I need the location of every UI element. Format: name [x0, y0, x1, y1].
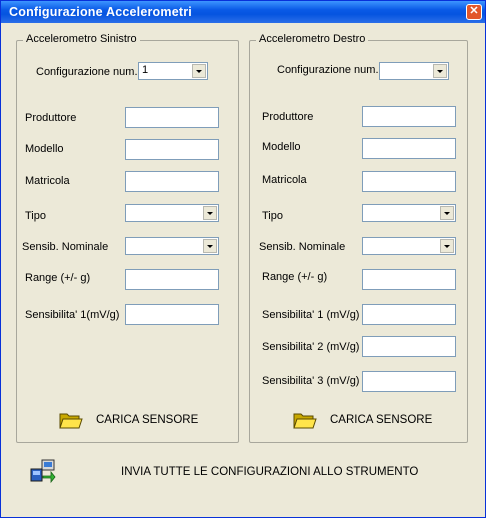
- close-button[interactable]: ✕: [466, 4, 482, 20]
- left-produttore-label: Produttore: [25, 112, 77, 124]
- left-modello-field[interactable]: [125, 139, 219, 160]
- title-bar[interactable]: Configurazione Accelerometri ✕: [1, 1, 485, 23]
- left-range-field[interactable]: [125, 269, 219, 290]
- right-modello-field[interactable]: [362, 138, 456, 159]
- left-modello-label: Modello: [25, 143, 64, 155]
- left-load-sensor-button[interactable]: CARICA SENSORE: [59, 408, 199, 434]
- right-range-field[interactable]: [362, 269, 456, 290]
- chevron-down-icon[interactable]: [192, 64, 206, 78]
- right-produttore-field[interactable]: [362, 106, 456, 127]
- right-matricola-field[interactable]: [362, 171, 456, 192]
- left-tipo-label: Tipo: [25, 210, 46, 222]
- send-all-label: INVIA TUTTE LE CONFIGURAZIONI ALLO STRUM…: [121, 466, 419, 478]
- right-group-legend: Accelerometro Destro: [256, 33, 369, 45]
- left-sensib-select[interactable]: [125, 237, 219, 255]
- left-config-label: Configurazione num.: [36, 66, 138, 78]
- right-sens2-field[interactable]: [362, 336, 456, 357]
- left-load-label: CARICA SENSORE: [96, 414, 199, 426]
- right-sens1-field[interactable]: [362, 304, 456, 325]
- right-matricola-label: Matricola: [262, 174, 307, 186]
- right-sensib-label: Sensib. Nominale: [259, 241, 346, 253]
- right-config-select[interactable]: [379, 62, 449, 80]
- chevron-down-icon[interactable]: [440, 239, 454, 253]
- right-sens1-label: Sensibilita' 1 (mV/g): [262, 309, 360, 321]
- left-tipo-select[interactable]: [125, 204, 219, 222]
- right-modello-label: Modello: [262, 141, 301, 153]
- window-title: Configurazione Accelerometri: [9, 5, 192, 19]
- right-sens3-field[interactable]: [362, 371, 456, 392]
- right-range-label: Range (+/- g): [262, 271, 328, 283]
- right-load-label: CARICA SENSORE: [330, 414, 433, 426]
- right-tipo-label: Tipo: [262, 210, 283, 222]
- right-sensib-select[interactable]: [362, 237, 456, 255]
- window: Configurazione Accelerometri ✕ Accelerom…: [0, 0, 486, 518]
- right-tipo-select[interactable]: [362, 204, 456, 222]
- chevron-down-icon[interactable]: [203, 206, 217, 220]
- chevron-down-icon[interactable]: [440, 206, 454, 220]
- right-load-sensor-button[interactable]: CARICA SENSORE: [293, 408, 433, 434]
- right-sens3-label: Sensibilita' 3 (mV/g): [262, 375, 360, 387]
- right-sens2-label: Sensibilita' 2 (mV/g): [262, 341, 360, 353]
- left-group-legend: Accelerometro Sinistro: [23, 33, 140, 45]
- left-config-value: 1: [142, 64, 149, 76]
- folder-open-icon: [59, 413, 83, 429]
- left-range-label: Range (+/- g): [25, 272, 91, 284]
- right-config-label: Configurazione num.: [277, 64, 379, 76]
- left-config-select[interactable]: 1: [138, 62, 208, 80]
- left-sensib-label: Sensib. Nominale: [22, 241, 109, 253]
- send-all-button[interactable]: INVIA TUTTE LE CONFIGURAZIONI ALLO STRUM…: [29, 457, 418, 487]
- send-to-device-icon: [30, 459, 56, 484]
- left-matricola-label: Matricola: [25, 175, 70, 187]
- right-produttore-label: Produttore: [262, 111, 314, 123]
- folder-open-icon: [293, 413, 317, 429]
- left-produttore-field[interactable]: [125, 107, 219, 128]
- left-matricola-field[interactable]: [125, 171, 219, 192]
- chevron-down-icon[interactable]: [433, 64, 447, 78]
- chevron-down-icon[interactable]: [203, 239, 217, 253]
- left-sens1-label: Sensibilita' 1(mV/g): [25, 309, 120, 321]
- left-sens1-field[interactable]: [125, 304, 219, 325]
